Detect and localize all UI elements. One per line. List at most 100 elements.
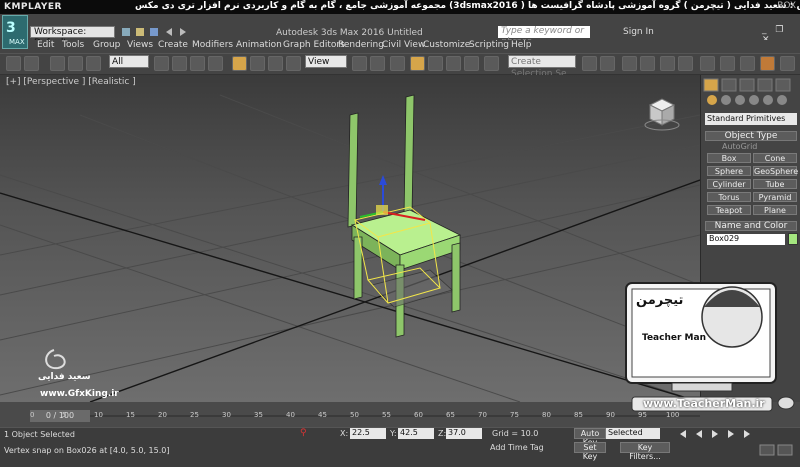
key-mode-dropdown[interactable]: Selected [606,428,660,439]
link-icon[interactable] [50,56,65,71]
key-filters-button[interactable]: Key Filters... [620,442,670,461]
mirror-icon[interactable] [582,56,597,71]
torus-button[interactable]: Torus [707,192,751,202]
cylinder-button[interactable]: Cylinder [707,179,751,189]
quick-access-toolbar [120,27,220,37]
frame-ticks: 0 5 10 15 20 25 30 35 40 45 50 55 60 65 … [20,411,700,423]
search-input[interactable]: Type a keyword or phrase [498,26,590,47]
menu-graph-editors[interactable]: Graph Editors [283,40,345,50]
y-coordinate-field[interactable]: 42.5 [398,428,434,439]
render-setup-icon[interactable] [720,56,735,71]
undo-icon [166,28,172,36]
name-and-color-header[interactable]: Name and Color [705,221,797,231]
render-production-icon[interactable] [760,56,775,71]
teapot-button[interactable]: Teapot [707,205,751,215]
menu-tools[interactable]: Tools [62,40,84,50]
render-teapot-icon[interactable] [780,56,795,71]
menu-help[interactable]: Help [511,40,532,50]
menu-create[interactable]: Create [158,40,188,50]
tube-button[interactable]: Tube [753,179,797,189]
pivot-center-icon[interactable] [352,56,367,71]
add-time-tag[interactable]: Add Time Tag [490,443,544,452]
tick-label: 65 [446,411,455,419]
box-button[interactable]: Box [707,153,751,163]
object-name-input[interactable]: Box029 [707,234,785,245]
menu-group[interactable]: Group [93,40,120,50]
named-selection-set-dropdown[interactable]: Create Selection Se [508,55,576,79]
pyramid-button[interactable]: Pyramid [753,192,797,202]
teacherman-url: www.TeacherMan.ir [643,397,765,410]
x-coordinate-field[interactable]: 22.5 [350,428,386,439]
rectangular-selection-icon[interactable] [190,56,205,71]
scale-icon[interactable] [268,56,283,71]
window-crossing-icon[interactable] [208,56,223,71]
select-by-name-icon[interactable] [172,56,187,71]
reference-coordinate-dropdown[interactable]: View [305,55,347,68]
y-label: Y: [390,429,397,438]
primitive-type-dropdown[interactable]: Standard Primitives [705,113,797,125]
menu-customize[interactable]: Customize [423,40,470,50]
kmplayer-logo[interactable]: KMPLAYER [4,2,62,12]
place-icon[interactable] [286,56,301,71]
perspective-viewport[interactable] [0,75,700,402]
edit-named-selection-icon[interactable] [484,56,499,71]
viewport-label[interactable]: [+] [Perspective ] [Realistic ] [6,77,136,87]
workspace-dropdown[interactable]: Workspace: Default [30,26,115,48]
selection-filter-dropdown[interactable]: All [109,55,149,68]
tick-label: 85 [574,411,583,419]
plane-button[interactable]: Plane [753,205,797,215]
unlink-icon[interactable] [68,56,83,71]
quick-access-icons[interactable] [120,27,220,37]
menu-views[interactable]: Views [127,40,153,50]
percent-snap-icon[interactable] [446,56,461,71]
object-type-header[interactable]: Object Type [705,131,797,141]
auto-key-button[interactable]: Auto Key [574,428,606,447]
curve-editor-icon[interactable] [660,56,675,71]
selection-count: 1 Object Selected [4,430,75,439]
sphere-button[interactable]: Sphere [707,166,751,176]
menu-scripting[interactable]: Scripting [469,40,509,50]
author-name: سعید فدایی [38,372,91,382]
geosphere-button[interactable]: GeoSphere [753,166,798,176]
save-icon [150,28,158,36]
next-frame-icon [728,430,734,438]
z-coordinate-field[interactable]: 37.0 [446,428,482,439]
move-icon[interactable] [232,56,247,71]
menu-animation[interactable]: Animation [236,40,282,50]
previous-frame-icon [696,430,702,438]
set-key-button[interactable]: Set Key [574,442,606,461]
tick-label: 25 [190,411,199,419]
redo-icon[interactable] [24,56,39,71]
schematic-view-icon[interactable] [678,56,693,71]
align-icon[interactable] [600,56,615,71]
sign-in-link[interactable]: Sign In [623,27,654,37]
snaps-toggle-icon[interactable] [410,56,425,71]
menu-civil-view[interactable]: Civil View [382,40,425,50]
tick-label: 20 [158,411,167,419]
select-object-icon[interactable] [154,56,169,71]
angle-snap-icon[interactable] [428,56,443,71]
lock-selection-icon[interactable]: ⚲ [300,428,312,440]
menu-edit[interactable]: Edit [37,40,54,50]
keyboard-shortcut-icon[interactable] [390,56,405,71]
app-menu-button[interactable]: 3 MAX [2,15,28,49]
undo-icon[interactable] [6,56,21,71]
autogrid-checkbox[interactable]: AutoGrid [722,142,757,151]
command-panel-tabs[interactable] [702,77,800,107]
shapes-icon [721,95,731,105]
select-manipulate-icon[interactable] [370,56,385,71]
cameras-icon [749,95,759,105]
spinner-snap-icon[interactable] [464,56,479,71]
rendered-frame-icon[interactable] [740,56,755,71]
playback-controls[interactable] [676,428,800,464]
object-color-swatch[interactable] [788,233,798,245]
menu-rendering[interactable]: Rendering [338,40,384,50]
material-editor-icon[interactable] [700,56,715,71]
toggle-ribbon-icon[interactable] [640,56,655,71]
player-menu[interactable]: BOX [777,1,796,11]
menu-modifiers[interactable]: Modifiers [192,40,233,50]
bind-spacewarp-icon[interactable] [86,56,101,71]
cone-button[interactable]: Cone [753,153,797,163]
layer-explorer-icon[interactable] [622,56,637,71]
rotate-icon[interactable] [250,56,265,71]
